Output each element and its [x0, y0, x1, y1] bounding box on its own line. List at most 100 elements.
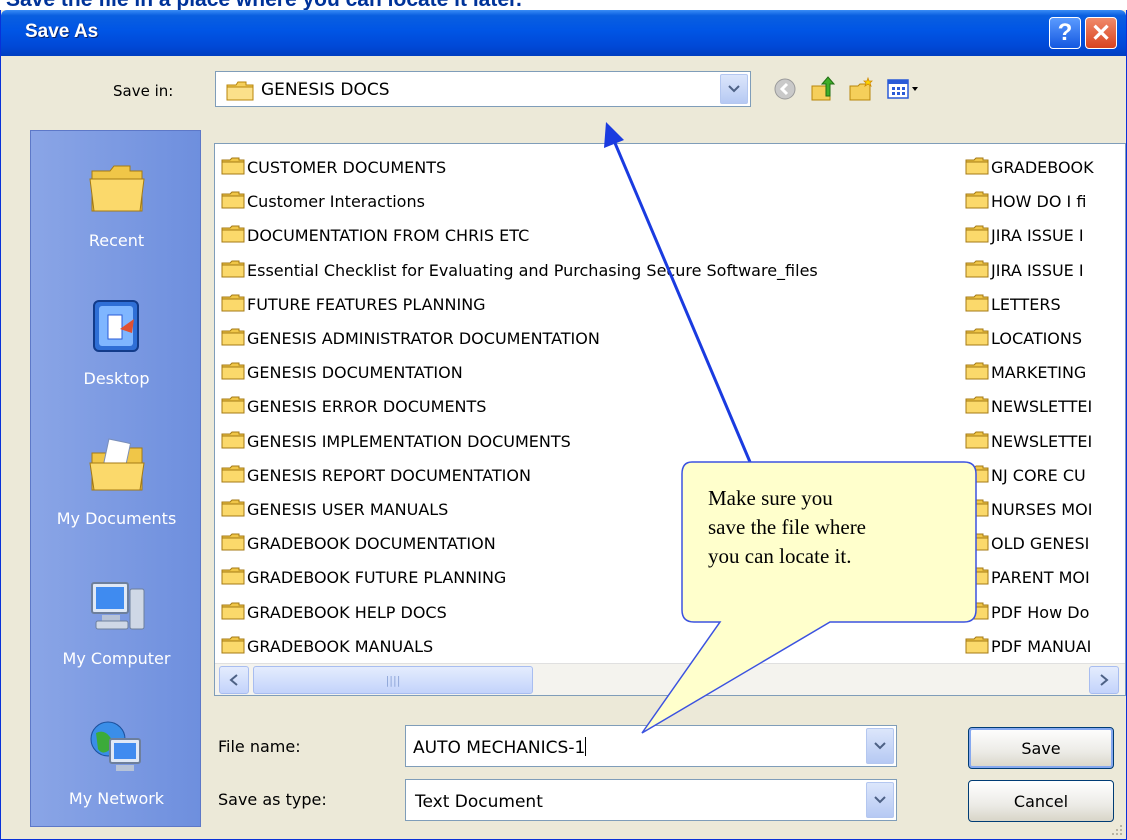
save-in-label: Save in: — [113, 82, 174, 100]
file-name-text: GRADEBOOK FUTURE PLANNING — [247, 568, 507, 588]
title-bar[interactable]: Save As ? ✕ — [1, 10, 1126, 56]
cancel-button[interactable]: Cancel — [968, 780, 1114, 822]
callout-line-1: Make sure you — [708, 486, 833, 510]
file-name-text: FUTURE FEATURES PLANNING — [247, 294, 486, 314]
folder-icon — [965, 191, 989, 209]
place-my-network[interactable]: My Network — [31, 697, 202, 827]
file-name-input[interactable]: AUTO MECHANICS-1 — [405, 725, 897, 767]
new-folder-icon — [849, 76, 873, 101]
list-item[interactable]: OLD GENESI — [959, 526, 1125, 560]
folder-icon — [965, 602, 989, 620]
folder-icon — [965, 362, 989, 380]
resize-grip-icon[interactable] — [1110, 823, 1124, 837]
close-button[interactable]: ✕ — [1085, 17, 1117, 49]
up-one-level-button[interactable] — [808, 74, 838, 104]
file-name-text: JIRA ISSUE I — [991, 226, 1084, 246]
my-network-icon — [90, 721, 141, 771]
callout-text: Make sure you save the file where you ca… — [708, 484, 970, 571]
text-caret — [585, 737, 587, 756]
chevron-down-icon — [874, 796, 886, 804]
folder-icon — [221, 396, 245, 414]
back-arrow-icon — [774, 78, 796, 100]
horizontal-scrollbar[interactable]: |||| — [215, 663, 1125, 695]
list-item[interactable]: JIRA ISSUE I — [959, 218, 1125, 252]
save-button[interactable]: Save — [968, 727, 1114, 769]
dialog-title: Save As — [25, 21, 99, 42]
recent-folder-icon — [88, 165, 145, 212]
folder-icon — [221, 157, 245, 175]
views-menu-button[interactable] — [884, 74, 928, 104]
file-name-value: AUTO MECHANICS-1 — [413, 738, 586, 758]
file-name-text: PDF How Do — [991, 602, 1090, 622]
close-icon: ✕ — [1090, 19, 1112, 47]
place-label-my-documents: My Documents — [56, 509, 177, 528]
folder-icon — [221, 225, 245, 243]
back-button[interactable] — [770, 74, 800, 104]
place-my-computer[interactable]: My Computer — [31, 557, 202, 687]
list-item[interactable]: NEWSLETTEI — [959, 424, 1125, 458]
file-name-text: JIRA ISSUE I — [991, 260, 1084, 280]
help-icon: ? — [1057, 19, 1073, 46]
list-item[interactable]: HOW DO I fi — [959, 184, 1125, 218]
folder-icon — [226, 81, 254, 101]
list-item[interactable]: NEWSLETTEI — [959, 389, 1125, 423]
help-button[interactable]: ? — [1049, 17, 1081, 49]
save-as-type-dropdown-arrow[interactable] — [866, 782, 894, 818]
list-item[interactable]: NJ CORE CU — [959, 458, 1125, 492]
file-name-text: GENESIS IMPLEMENTATION DOCUMENTS — [247, 431, 571, 451]
file-name-dropdown-arrow[interactable] — [866, 728, 894, 764]
folder-icon — [965, 225, 989, 243]
file-name-text: NEWSLETTEI — [991, 431, 1093, 451]
list-item[interactable]: LOCATIONS — [959, 321, 1125, 355]
place-desktop[interactable]: Desktop — [31, 277, 202, 407]
list-item[interactable]: PARENT MOI — [959, 560, 1125, 594]
save-in-dropdown-arrow[interactable] — [720, 74, 748, 104]
place-label-recent: Recent — [88, 231, 145, 250]
folder-icon — [965, 465, 989, 483]
file-name-text: Essential Checklist for Evaluating and P… — [247, 260, 818, 280]
chevron-down-icon — [874, 742, 886, 750]
callout-line-3: you can locate it. — [708, 544, 852, 568]
scroll-right-button[interactable] — [1089, 666, 1119, 694]
new-folder-button[interactable] — [846, 74, 876, 104]
place-my-documents[interactable]: My Documents — [31, 417, 202, 547]
file-name-text: HOW DO I fi — [991, 192, 1087, 212]
places-bar: Recent Desktop My Documents My Computer — [30, 130, 201, 827]
chevron-down-icon — [728, 85, 740, 93]
place-label-my-computer: My Computer — [62, 649, 171, 668]
file-name-text: PARENT MOI — [991, 568, 1090, 588]
list-item[interactable]: PDF MANUAI — [959, 629, 1125, 663]
list-item[interactable]: PDF How Do — [959, 595, 1125, 629]
folder-icon — [221, 328, 245, 346]
chevron-left-icon — [229, 674, 238, 686]
file-name-text: OLD GENESI — [991, 534, 1090, 554]
folder-icon — [221, 191, 245, 209]
file-name-label: File name: — [218, 737, 301, 756]
file-list[interactable]: CUSTOMER DOCUMENTS Customer Interactions D… — [214, 143, 1126, 696]
folder-icon — [221, 465, 245, 483]
folder-icon — [965, 396, 989, 414]
folder-icon — [965, 328, 989, 346]
file-name-text: GRADEBOOK DOCUMENTATION — [247, 534, 496, 554]
scroll-thumb[interactable]: |||| — [253, 666, 533, 694]
file-name-text: NURSES MOI — [991, 500, 1093, 519]
list-item[interactable]: GRADEBOOK — [959, 150, 1125, 184]
list-item[interactable]: LETTERS — [959, 287, 1125, 321]
folder-icon — [221, 602, 245, 620]
place-recent[interactable]: Recent — [31, 139, 202, 269]
list-item[interactable]: NURSES MOI — [959, 492, 1125, 526]
my-computer-icon — [90, 582, 144, 630]
file-name-text: DOCUMENTATION FROM CHRIS ETC — [247, 226, 530, 246]
file-name-text: NJ CORE CU — [991, 465, 1086, 485]
list-item[interactable]: MARKETING — [959, 355, 1125, 389]
file-name-text: GENESIS DOCUMENTATION — [247, 363, 463, 383]
save-in-value: GENESIS DOCS — [261, 80, 390, 100]
save-as-type-dropdown[interactable]: Text Document — [405, 779, 897, 821]
save-in-dropdown[interactable]: GENESIS DOCS — [215, 71, 751, 107]
folder-icon — [965, 431, 989, 449]
file-name-text: LOCATIONS — [991, 329, 1083, 348]
list-item[interactable]: JIRA ISSUE I — [959, 253, 1125, 287]
scroll-left-button[interactable] — [219, 666, 249, 694]
chevron-right-icon — [1100, 674, 1109, 686]
file-name-text: LETTERS — [991, 294, 1061, 314]
